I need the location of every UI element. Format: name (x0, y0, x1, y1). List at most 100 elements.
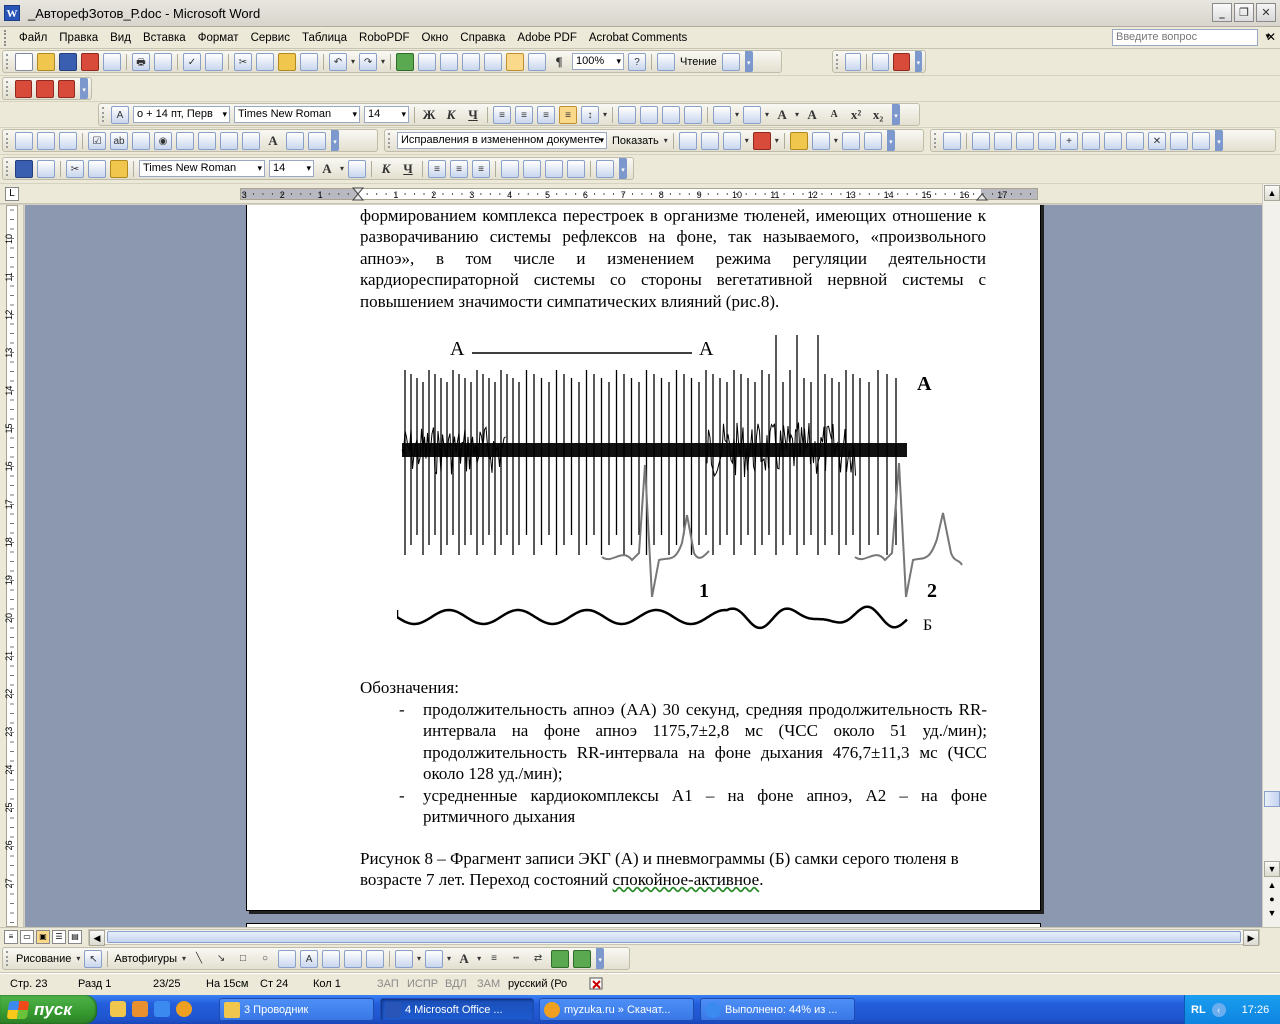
next-change-icon[interactable] (700, 131, 719, 150)
toolbar-grip[interactable] (6, 951, 10, 966)
increase-indent-icon[interactable] (684, 105, 703, 124)
figure-caption[interactable]: Рисунок 8 – Фрагмент записи ЭКГ (А) и пн… (360, 848, 986, 891)
toolbar-options-icon[interactable]: ▾ (331, 130, 339, 151)
taskbar-word[interactable]: 4 Microsoft Office ... (380, 998, 534, 1021)
help-icon[interactable]: ? (628, 52, 647, 71)
taskbar-browser-myzuka[interactable]: myzuka.ru » Скачат... (539, 998, 694, 1021)
subscript-icon[interactable]: x₂ (869, 106, 887, 124)
menu-format[interactable]: Формат (192, 27, 245, 49)
menu-insert[interactable]: Вставка (137, 27, 192, 49)
toolbar-options-icon[interactable]: ▾ (886, 130, 895, 151)
menu-view[interactable]: Вид (104, 27, 137, 49)
align-right-icon[interactable]: ≡ (537, 105, 555, 124)
toolbar-options-icon[interactable]: ▾ (619, 158, 628, 179)
select-objects-icon[interactable]: ↖ (84, 949, 103, 968)
wordart-icon[interactable]: A (300, 949, 319, 968)
horizontal-scroll-thumb[interactable] (107, 931, 1241, 943)
highlight-icon[interactable] (743, 105, 762, 124)
scroll-up-button[interactable]: ▲ (1264, 185, 1280, 201)
edit-icon[interactable] (37, 131, 55, 150)
clip-art-icon[interactable] (344, 949, 363, 968)
shadow-icon[interactable] (551, 949, 570, 968)
insert-comment-icon[interactable] (789, 131, 808, 150)
design-mode-icon[interactable] (286, 131, 304, 150)
line-color-icon[interactable] (425, 949, 444, 968)
frame-icon[interactable] (198, 131, 216, 150)
word-app-icon[interactable]: W (4, 5, 20, 21)
character-scale-icon[interactable] (596, 159, 615, 178)
print-icon-secondary[interactable] (37, 159, 55, 178)
caption-misspelled-word[interactable]: спокойное-активное (613, 870, 760, 889)
accept-change-icon[interactable] (722, 131, 741, 150)
scroll-right-button[interactable]: ▶ (1243, 930, 1259, 946)
diagram-icon[interactable] (322, 949, 341, 968)
table-oval-icon[interactable] (1016, 131, 1034, 150)
print-layout-view-icon[interactable]: ▣ (36, 930, 50, 944)
numbering-icon[interactable] (618, 105, 637, 124)
quicklaunch-ie-icon[interactable] (154, 1001, 170, 1017)
format-painter-icon[interactable] (300, 52, 318, 71)
robopdf-settings-icon[interactable] (36, 79, 54, 98)
oval-icon[interactable]: ○ (256, 950, 274, 968)
menu-help[interactable]: Справка (454, 27, 511, 49)
insert-excel-icon[interactable] (462, 52, 481, 71)
text-box-icon[interactable] (278, 949, 297, 968)
quicklaunch-show-desktop-icon[interactable] (110, 1001, 126, 1017)
menu-tools[interactable]: Сервис (245, 27, 296, 49)
toolbar-options-icon[interactable]: ▾ (744, 51, 753, 72)
italic-button[interactable]: К (442, 106, 460, 124)
table-autofit-icon[interactable] (1126, 131, 1144, 150)
normal-view-icon[interactable]: ≡ (4, 930, 18, 944)
table-plus-icon[interactable]: + (1060, 131, 1078, 150)
line-spacing-icon[interactable]: ↕ (581, 105, 599, 124)
table-column-icon[interactable] (972, 131, 990, 150)
grow-font-icon[interactable]: A (803, 106, 821, 124)
bullets-icon-secondary[interactable] (523, 159, 542, 178)
document-workspace[interactable]: формированием комплекса перестроек в орг… (25, 205, 1262, 927)
bold-button[interactable]: Ж (420, 106, 438, 124)
tables-borders-icon[interactable] (418, 52, 437, 71)
align-center-icon-secondary[interactable]: ≡ (450, 159, 469, 178)
taskbar-download-progress[interactable]: Выполнено: 44% из ... (700, 998, 855, 1021)
draw-table-icon[interactable] (15, 131, 33, 150)
form-field-icon[interactable] (59, 131, 77, 150)
fill-color-icon[interactable] (395, 949, 414, 968)
reading-view-icon[interactable]: ▤ (68, 930, 82, 944)
print-icon[interactable]: 🖶 (132, 52, 150, 71)
italic-button-secondary[interactable]: К (377, 160, 395, 178)
read-mode-button[interactable]: Чтение (680, 56, 717, 68)
document-map-icon[interactable] (528, 52, 547, 71)
insert-picture-icon[interactable] (943, 131, 961, 150)
cut-icon-secondary[interactable]: ✂ (66, 159, 84, 178)
find-icon[interactable] (721, 52, 740, 71)
toolbar-grip[interactable] (388, 133, 392, 148)
status-track[interactable]: ИСПР (407, 978, 438, 990)
checkbox-field-icon[interactable]: ☑ (88, 131, 106, 150)
show-hide-pilcrow-icon[interactable]: ¶ (550, 53, 568, 71)
legend-item[interactable]: - усредненные кардиокомплексы А1 – на фо… (399, 785, 987, 828)
eraser-icon[interactable] (1170, 131, 1188, 150)
cut-icon[interactable]: ✂ (234, 52, 252, 71)
copy-icon-secondary[interactable] (88, 159, 106, 178)
ask-question-input[interactable]: Введите вопрос (1112, 29, 1258, 46)
text-field-icon[interactable]: ab (110, 131, 128, 150)
open-folder-icon[interactable] (37, 52, 55, 71)
increase-indent-icon-secondary[interactable] (567, 159, 586, 178)
align-left-icon-secondary[interactable]: ≡ (428, 159, 447, 178)
styles-pane-icon[interactable]: A (111, 105, 129, 124)
paste-icon[interactable] (278, 52, 296, 71)
list-field-icon[interactable] (176, 131, 194, 150)
reject-change-icon[interactable] (752, 131, 771, 150)
vertical-ruler[interactable]: 10 11 12 13 14 15 16 17 18 19 20 21 22 23 24 25 26 27 (0, 205, 24, 927)
permission-icon[interactable] (103, 52, 121, 71)
table-distribute-icon[interactable] (1082, 131, 1100, 150)
robopdf-email-icon[interactable] (57, 79, 76, 98)
legend-heading[interactable]: Обозначения: (360, 677, 986, 698)
strikethrough-icon[interactable] (348, 159, 367, 178)
line-icon[interactable]: ╲ (190, 950, 208, 968)
read-mode-icon[interactable] (657, 52, 676, 71)
dash-style-icon[interactable]: ┅ (507, 950, 525, 968)
horizontal-scrollbar[interactable]: ◀ ▶ (88, 929, 1260, 946)
bullets-icon[interactable] (640, 105, 659, 124)
document-close-icon[interactable]: ✕ (1266, 30, 1276, 44)
